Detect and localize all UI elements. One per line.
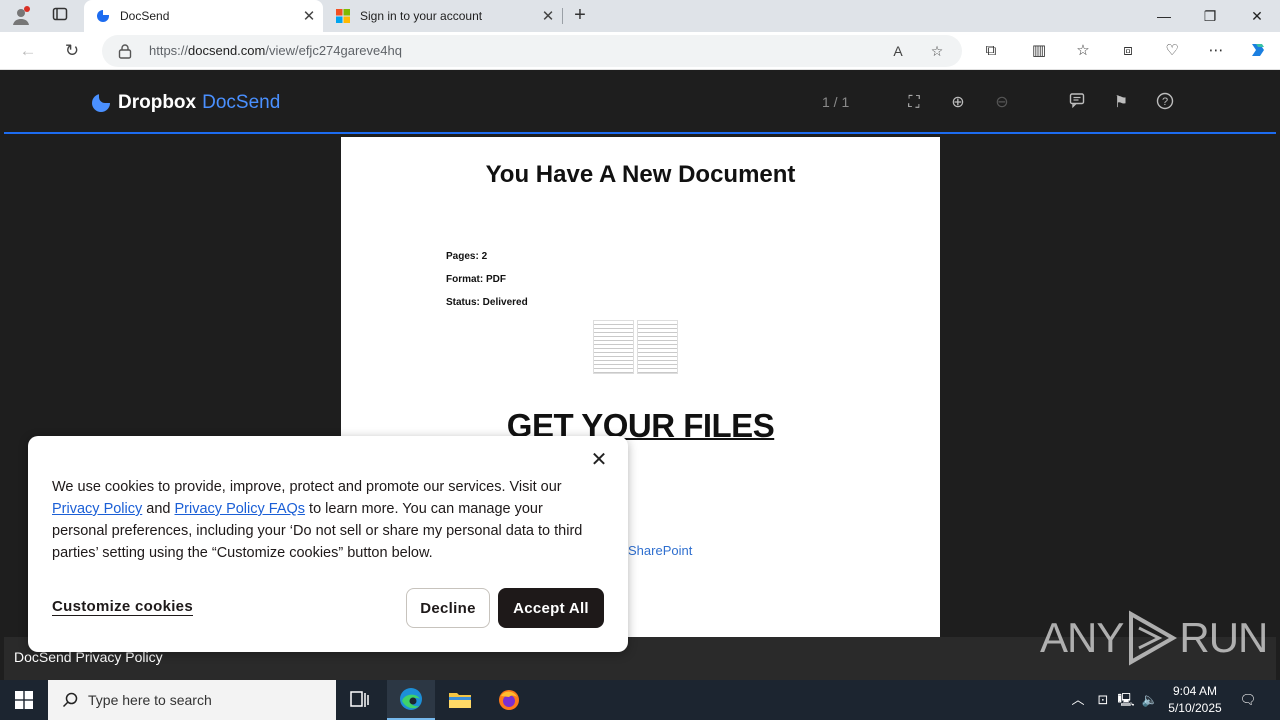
close-icon[interactable]: ✕ (590, 450, 608, 470)
cookie-message: We use cookies to provide, improve, prot… (52, 479, 583, 561)
svg-text:?: ? (1162, 96, 1168, 108)
cookie-banner: ✕ We use cookies to provide, improve, pr… (28, 436, 628, 652)
thumbnail-page-1 (593, 320, 634, 374)
favorite-star-icon[interactable]: ☆ (927, 41, 947, 61)
browser-toolbar: ← ↻ https://docsend.com/view/efjc274gare… (0, 32, 1280, 70)
refresh-icon[interactable]: ↻ (60, 39, 84, 63)
back-icon[interactable]: ← (16, 39, 40, 63)
page-counter: 1 / 1 (822, 94, 850, 110)
extensions-icon[interactable]: ⧉ (980, 40, 1002, 62)
address-bar[interactable]: https://docsend.com/view/efjc274gareve4h… (102, 35, 962, 67)
meet-now-icon[interactable]: ⊡ (1093, 690, 1113, 710)
file-explorer-icon[interactable] (436, 680, 484, 720)
accept-all-button[interactable]: Accept All (498, 588, 604, 628)
firefox-icon[interactable] (485, 680, 533, 720)
search-icon (62, 692, 78, 708)
close-window-icon[interactable]: ✕ (1234, 0, 1280, 32)
clock-time: 9:04 AM (1172, 684, 1218, 698)
close-tab-icon[interactable]: ✕ (295, 7, 323, 25)
customize-cookies-button[interactable]: Customize cookies (52, 598, 193, 616)
read-aloud-icon[interactable]: A (888, 41, 908, 61)
privacy-policy-faqs-link[interactable]: Privacy Policy FAQs (175, 501, 306, 517)
notifications-icon[interactable]: 🗨 (1238, 690, 1258, 710)
close-tab-icon[interactable]: ✕ (534, 7, 562, 25)
tab-separator (562, 8, 563, 24)
restore-icon[interactable]: ❐ (1187, 0, 1233, 32)
favorites-icon[interactable]: ☆ (1072, 40, 1094, 62)
document-title: You Have A New Document (485, 161, 796, 188)
comment-icon[interactable] (1066, 92, 1088, 114)
browser-tab-strip: DocSend ✕ Sign in to your account ✕ + — … (0, 0, 1280, 32)
document-status: Status: Delivered (446, 297, 528, 308)
zoom-in-icon[interactable]: ⊕ (947, 92, 969, 114)
document-format: Format: PDF (446, 274, 506, 285)
windows-taskbar: Type here to search ︿ ⊡ 🖳 🔈 9:04 AM 5/10… (0, 680, 1280, 720)
collections-icon[interactable]: ⧈ (1117, 40, 1139, 62)
split-screen-icon[interactable]: ▥ (1028, 40, 1050, 62)
copilot-icon[interactable] (1247, 40, 1269, 62)
system-clock[interactable]: 9:04 AM 5/10/2025 (1160, 683, 1230, 717)
report-flag-icon[interactable]: ⚑ (1110, 92, 1132, 114)
viewer-header: Dropbox DocSend 1 / 1 ⛶ ⊕ ⊖ ⚑ ? (4, 70, 1276, 134)
network-icon[interactable]: 🖳 (1116, 690, 1136, 710)
anyrun-watermark: ANY RUN (1040, 610, 1268, 666)
microsoft-favicon-icon (336, 9, 350, 23)
show-hidden-icons-icon[interactable]: ︿ (1068, 690, 1088, 710)
document-thumbnails (593, 320, 679, 374)
minimize-icon[interactable]: — (1141, 0, 1187, 32)
volume-icon[interactable]: 🔈 (1140, 690, 1160, 710)
more-menu-icon[interactable]: ⋯ (1205, 40, 1227, 62)
taskbar-search-box[interactable]: Type here to search (48, 680, 336, 720)
task-view-icon[interactable] (336, 680, 384, 720)
tab-title: DocSend (120, 9, 170, 23)
help-icon[interactable]: ? (1154, 92, 1176, 114)
tab-docsend[interactable]: DocSend ✕ (84, 0, 323, 32)
profile-icon[interactable] (10, 6, 32, 26)
anyrun-play-icon (1129, 610, 1178, 666)
document-pages: Pages: 2 (446, 251, 488, 262)
thumbnail-page-2 (637, 320, 678, 374)
tab-sign-in[interactable]: Sign in to your account ✕ (324, 0, 562, 32)
search-placeholder: Type here to search (88, 692, 212, 708)
privacy-policy-link[interactable]: Privacy Policy (52, 501, 142, 517)
zoom-out-icon[interactable]: ⊖ (991, 92, 1013, 114)
tab-actions-icon[interactable] (49, 6, 71, 26)
tab-title: Sign in to your account (360, 9, 483, 23)
docsend-logo-icon (92, 94, 110, 112)
browser-essentials-icon[interactable]: ♡ (1161, 40, 1183, 62)
new-tab-icon[interactable]: + (568, 4, 592, 28)
decline-button[interactable]: Decline (406, 588, 490, 628)
sharepoint-link[interactable]: SharePoint (628, 543, 692, 558)
dropbox-docsend-logo[interactable]: Dropbox DocSend (92, 92, 280, 114)
url-text: https://docsend.com/view/efjc274gareve4h… (149, 43, 402, 58)
lock-icon[interactable] (118, 43, 132, 59)
edge-taskbar-icon[interactable] (387, 680, 435, 720)
fullscreen-icon[interactable]: ⛶ (903, 92, 925, 114)
clock-date: 5/10/2025 (1168, 701, 1222, 715)
docsend-favicon-icon (96, 9, 110, 23)
windows-start-icon[interactable] (0, 680, 48, 720)
